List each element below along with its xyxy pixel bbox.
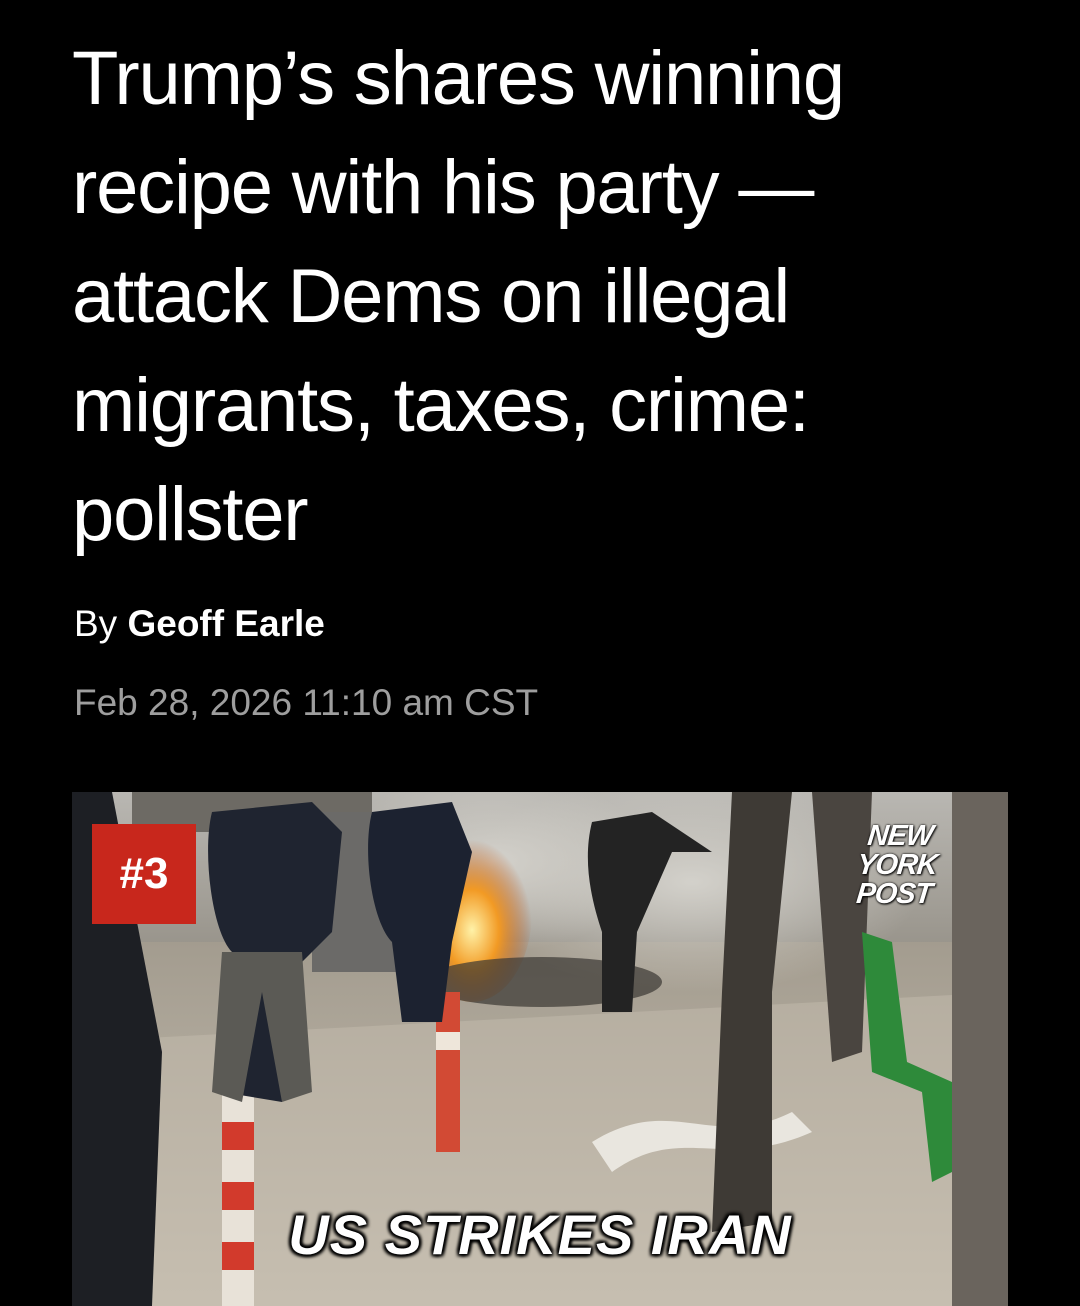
video-caption: US STRIKES IRAN — [288, 1203, 792, 1266]
logo-line-new: NEW — [866, 820, 935, 852]
byline: By Geoff Earle — [74, 603, 325, 645]
new-york-post-logo: NEW YORK POST — [847, 820, 946, 910]
logo-line-post: POST — [854, 878, 934, 910]
publish-date: Feb 28, 2026 11:10 am CST — [74, 682, 539, 723]
logo-line-york: YORK — [855, 849, 939, 881]
video-thumbnail[interactable]: #3 NEW YORK POST US STRIKES IRAN — [72, 792, 1008, 1306]
byline-prefix: By — [74, 603, 128, 644]
rank-badge: #3 — [92, 824, 196, 924]
author-link[interactable]: Geoff Earle — [127, 603, 324, 644]
article-headline[interactable]: Trump’s shares winning recipe with his p… — [72, 24, 1012, 569]
